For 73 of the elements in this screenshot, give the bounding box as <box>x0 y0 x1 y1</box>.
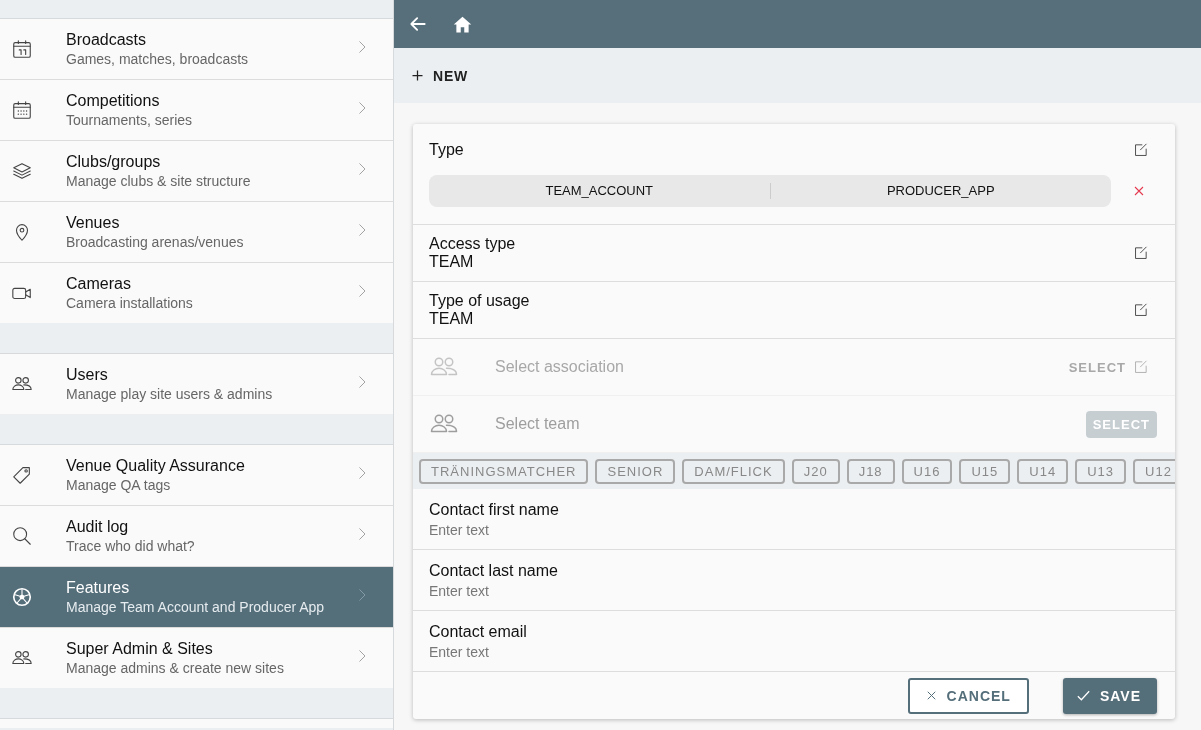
text-input[interactable]: Enter text <box>429 582 729 599</box>
edit-button[interactable] <box>1132 301 1149 319</box>
type-value: PRODUCER_APP <box>885 183 996 199</box>
back-button[interactable] <box>408 14 428 34</box>
layers-icon <box>11 160 33 182</box>
tag-chip[interactable]: U14 <box>1017 458 1069 484</box>
field-label: Contact first name <box>429 500 559 519</box>
item-subtitle: Camera installations <box>66 295 194 311</box>
tag-chip[interactable]: SENIOR <box>595 458 676 484</box>
tag-icon <box>11 464 33 486</box>
tag-chip[interactable]: J20 <box>791 458 840 484</box>
calendar-grid-icon <box>11 99 33 121</box>
tag-chip[interactable]: U13 <box>1075 458 1127 484</box>
item-title: Users <box>66 366 109 384</box>
item-subtitle: Manage clubs & site structure <box>66 173 252 189</box>
item-subtitle: Manage Team Account and Producer App <box>66 599 326 615</box>
field-label: Type <box>429 141 464 159</box>
tag-chip[interactable]: TRÄNINGSMATCHER <box>419 458 589 484</box>
search-icon <box>11 525 33 547</box>
soccer-ball-icon <box>11 586 33 608</box>
field-label: Access type <box>429 235 516 253</box>
tag-chip[interactable]: U16 <box>901 458 953 484</box>
edit-icon <box>1132 141 1149 159</box>
text-input[interactable]: Enter text <box>429 643 729 660</box>
sidebar-item[interactable]: Super Admin & Sites Manage admins & create new sites <box>0 628 393 688</box>
item-title: Clubs/groups <box>66 153 162 171</box>
sidebar-item[interactable]: Features Manage Team Account and Producer App <box>0 567 393 628</box>
tag-chip[interactable]: U15 <box>959 458 1011 484</box>
sidebar-item[interactable]: Cameras Camera installations <box>0 263 393 323</box>
text-input[interactable]: Enter text <box>429 521 729 538</box>
sidebar-item[interactable]: Venues Broadcasting arenas/venues <box>0 202 393 263</box>
edit-button[interactable] <box>1132 244 1149 262</box>
item-title: Audit log <box>66 518 130 536</box>
field-value: TEAM <box>429 253 475 271</box>
sidebar-item[interactable]: Broadcasts Games, matches, broadcasts <box>0 19 393 80</box>
sidebar-item[interactable]: Competitions Tournaments, series <box>0 80 393 141</box>
field-label: Type of usage <box>429 292 530 310</box>
item-title: Broadcasts <box>66 31 148 49</box>
item-title: Venues <box>66 214 121 232</box>
item-subtitle: Tournaments, series <box>66 112 194 128</box>
field-label: Contact email <box>429 622 527 641</box>
calendar-icon <box>11 38 33 60</box>
edit-icon <box>1132 358 1149 376</box>
item-subtitle: Trace who did what? <box>66 538 196 554</box>
edit-icon <box>1132 301 1149 319</box>
cancel-button[interactable]: CANCEL <box>907 677 1029 714</box>
item-subtitle: Manage admins & create new sites <box>66 660 285 676</box>
sidebar-item[interactable]: Users Manage play site users & admins <box>0 354 393 414</box>
item-subtitle: Broadcasting arenas/venues <box>66 234 245 250</box>
save-button[interactable]: SAVE <box>1062 677 1157 714</box>
sidebar-item[interactable]: Venue Quality Assurance Manage QA tags <box>0 445 393 506</box>
type-value: TEAM_ACCOUNT <box>429 183 771 199</box>
sidebar-item[interactable]: Clubs/groups Manage clubs & site structure <box>0 141 393 202</box>
sidebar-item[interactable]: Audit log Trace who did what? <box>0 506 393 567</box>
item-title: Features <box>66 579 131 597</box>
tag-chip[interactable]: DAM/FLICK <box>682 458 785 484</box>
item-title: Venue Quality Assurance <box>66 457 246 475</box>
edit-button[interactable] <box>1132 141 1149 159</box>
item-title: Super Admin & Sites <box>66 640 214 658</box>
back-arrow-icon <box>408 14 428 34</box>
item-title: Cameras <box>66 275 132 293</box>
select-field[interactable]: Select team <box>429 409 1050 439</box>
plus-icon <box>410 68 425 83</box>
edit-icon <box>1132 244 1149 262</box>
item-subtitle: Manage play site users & admins <box>66 386 274 402</box>
tag-chip[interactable]: J18 <box>846 458 895 484</box>
item-subtitle: Manage QA tags <box>66 477 172 493</box>
tag-chip[interactable]: U12 <box>1133 458 1175 484</box>
item-title: Competitions <box>66 92 161 110</box>
new-button[interactable]: NEW <box>410 67 469 84</box>
field-value: TEAM <box>429 310 475 328</box>
field-label: Contact last name <box>429 561 558 580</box>
item-subtitle: Games, matches, broadcasts <box>66 51 250 67</box>
